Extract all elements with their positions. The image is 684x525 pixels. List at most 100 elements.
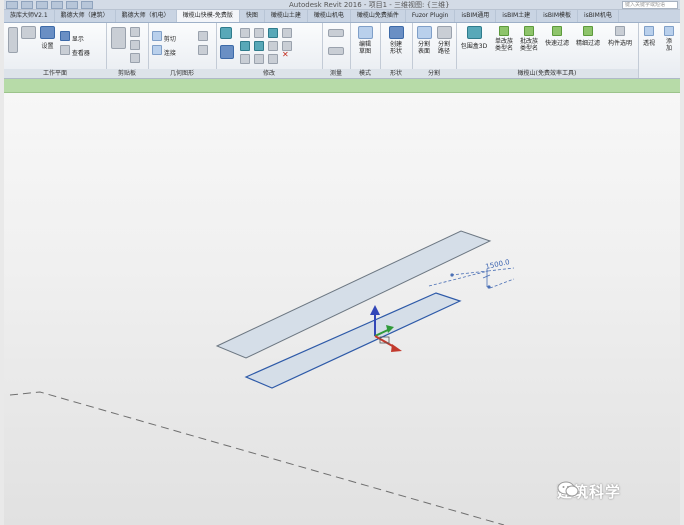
window-title: Autodesk Revit 2016 - 项目1 - 三维视图: {三维} <box>289 1 450 9</box>
grid-icon <box>40 26 55 39</box>
tab-zuku[interactable]: 族库大师V2.1 <box>4 10 55 22</box>
component-icon <box>615 26 625 36</box>
model-canvas: 1500.0 <box>9 230 515 525</box>
workplane-stack-button[interactable] <box>21 26 36 41</box>
mirror-axis-button[interactable] <box>254 28 264 40</box>
delete-button[interactable]: ✕ <box>282 50 289 59</box>
mirror-draw-button[interactable] <box>268 28 278 40</box>
tab-kuaitu[interactable]: 快图 <box>240 10 265 22</box>
tab-glm-civil[interactable]: 橄榄山土建 <box>265 10 308 22</box>
redo-icon[interactable] <box>66 1 78 9</box>
copy-button[interactable] <box>130 40 140 52</box>
divide-path-button[interactable]: 分割路径 <box>434 26 454 55</box>
options-bar <box>4 79 680 93</box>
tab-glm-free[interactable]: 橄榄山免费插件 <box>351 10 406 22</box>
scale-button[interactable] <box>240 54 250 66</box>
app-menu-icon[interactable] <box>6 1 18 9</box>
ribbon: 设置 显示 查看器 工作平面 剪贴板 剪切 连接 几何图形 ✕ 修改 测量 编辑… <box>4 23 680 79</box>
viewer-button[interactable]: 查看器 <box>60 45 90 57</box>
fine-filter-label: 精细过滤 <box>575 40 600 47</box>
measure-icon <box>328 29 344 37</box>
dimension-value: 1500.0 <box>485 258 511 271</box>
tab-isbim-general[interactable]: isBIM通用 <box>455 10 497 22</box>
copy-icon <box>130 40 140 50</box>
panel-glm-tools: 包围盒3D 单改族类型名 批改族类型名 快速过滤 精细过滤 构件选明 橄榄山(免… <box>456 23 639 78</box>
rename-batch-type-button[interactable]: 批改族类型名 <box>517 26 541 52</box>
move-icon <box>220 45 234 59</box>
reference-plane-line <box>9 391 505 525</box>
component-explain-button[interactable]: 构件选明 <box>604 26 636 47</box>
geometry-extra-button-1[interactable] <box>198 31 208 43</box>
tab-glm-mep[interactable]: 橄榄山机电 <box>308 10 351 22</box>
clipboard-panel-label: 剪贴板 <box>106 69 148 78</box>
glm-panel-label: 橄榄山(免费效率工具) <box>456 69 638 78</box>
add-icon <box>664 26 674 36</box>
measure-button[interactable] <box>328 29 344 39</box>
save-icon[interactable] <box>36 1 48 9</box>
mode-panel-label: 模式 <box>350 69 380 78</box>
join-geometry-button[interactable]: 连接 <box>152 45 176 57</box>
panel-clipboard: 剪贴板 <box>106 23 149 78</box>
tab-pengde-arch[interactable]: 鹏德大师（建筑） <box>55 10 116 22</box>
match-props-button[interactable] <box>130 53 140 65</box>
move-button[interactable] <box>220 45 234 61</box>
panel-extra: 透视 添加 <box>638 23 680 78</box>
join-geometry-icon <box>152 45 162 55</box>
unpin-icon <box>268 54 278 64</box>
rename-single-type-button[interactable]: 单改族类型名 <box>492 26 516 52</box>
divide-surface-button[interactable]: 分割表面 <box>414 26 434 55</box>
search-input[interactable]: 键入关键字或短语 <box>622 1 678 9</box>
split-button[interactable] <box>282 28 292 40</box>
unpin-button[interactable] <box>268 54 278 66</box>
transparent-button[interactable]: 透视 <box>640 26 658 47</box>
tab-isbim-civil[interactable]: isBIM土建 <box>496 10 538 22</box>
show-workplane-button[interactable]: 显示 <box>60 31 84 43</box>
cut-geometry-button[interactable]: 剪切 <box>152 31 176 43</box>
dimension-button[interactable] <box>328 47 344 57</box>
open-icon[interactable] <box>21 1 33 9</box>
rename-single-icon <box>499 26 509 36</box>
tab-fuzor[interactable]: Fuzor Plugin <box>406 10 456 22</box>
offset-button[interactable] <box>240 28 250 40</box>
brush-icon <box>130 53 140 63</box>
edit-sketch-button[interactable]: 编辑草图 <box>353 26 377 55</box>
rotate-button[interactable] <box>254 41 264 53</box>
modify-select-button[interactable] <box>8 27 18 55</box>
geometry-extra-button-2[interactable] <box>198 45 208 57</box>
split-face-icon <box>198 45 208 55</box>
quick-filter-button[interactable]: 快速过滤 <box>542 26 572 47</box>
pin-icon <box>254 54 264 64</box>
bounding-box-label: 包围盒3D <box>460 43 488 50</box>
revit-window: Autodesk Revit 2016 - 项目1 - 三维视图: {三维} 键… <box>4 0 680 525</box>
trim-button[interactable] <box>268 41 278 53</box>
tab-isbim-mep[interactable]: isBIM机电 <box>578 10 619 22</box>
viewer-icon <box>60 45 70 55</box>
rotate-icon <box>254 41 264 51</box>
split-icon <box>282 28 292 38</box>
geometry-panel-label: 几何图形 <box>148 69 216 78</box>
pin-button[interactable] <box>254 54 264 66</box>
3d-viewport[interactable]: 1500.0 建筑科学 <box>4 93 680 525</box>
copy-element-button[interactable] <box>240 41 250 53</box>
tab-glm-quickmodel[interactable]: 橄榄山快模-免费版 <box>176 10 240 22</box>
add-button[interactable]: 添加 <box>660 26 678 52</box>
create-shape-button[interactable]: 创建形状 <box>384 26 408 55</box>
align-button[interactable] <box>220 27 232 41</box>
divide-path-label: 分割路径 <box>437 41 450 55</box>
plane-icon <box>21 26 36 39</box>
set-workplane-button[interactable]: 设置 <box>40 26 55 50</box>
panel-workplane: 设置 显示 查看器 工作平面 <box>4 23 107 78</box>
print-icon[interactable] <box>81 1 93 9</box>
quick-access-toolbar <box>6 1 136 9</box>
shape-panel-label: 形状 <box>380 69 412 78</box>
bounding-box-3d-button[interactable]: 包围盒3D <box>458 26 490 50</box>
paint-icon <box>198 31 208 41</box>
tab-isbim-template[interactable]: isBIM模板 <box>537 10 578 22</box>
rename-batch-icon <box>524 26 534 36</box>
cut-clip-button[interactable] <box>130 27 140 39</box>
undo-icon[interactable] <box>51 1 63 9</box>
rename-single-label: 单改族类型名 <box>494 38 513 52</box>
paste-button[interactable] <box>111 27 126 51</box>
fine-filter-button[interactable]: 精细过滤 <box>573 26 603 47</box>
tab-pengde-mep[interactable]: 鹏德大师（机电） <box>116 10 177 22</box>
